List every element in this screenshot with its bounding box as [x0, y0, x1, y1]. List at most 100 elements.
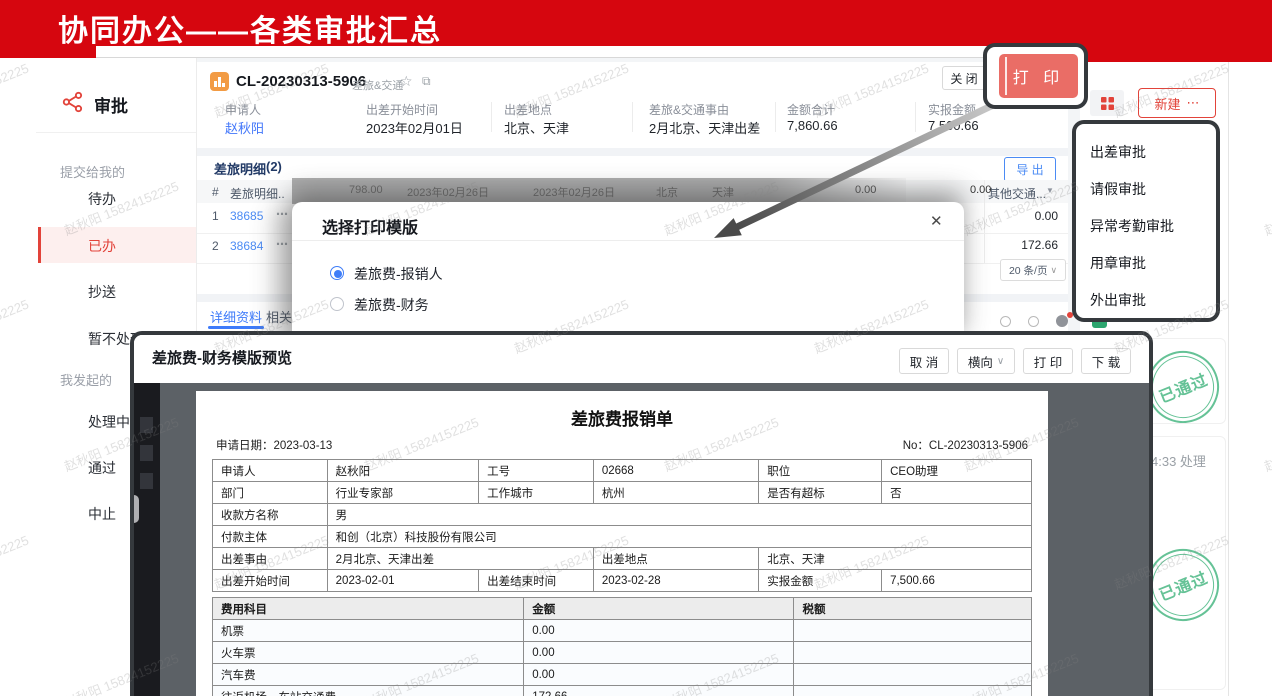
button-edge-line [1005, 57, 1007, 95]
row-id-link[interactable]: 38684 [230, 239, 263, 253]
cell [794, 664, 1032, 686]
doc-icon-bar [214, 81, 217, 87]
pdf-thumb[interactable] [140, 473, 153, 489]
radio-reporter-template[interactable] [330, 266, 344, 280]
cell: 实报金额 [759, 570, 882, 592]
document-title: 差旅费报销单 [196, 405, 1048, 430]
applicant-link[interactable]: 赵秋阳 [225, 118, 264, 137]
menu-item-outing[interactable]: 外出审批 [1090, 282, 1216, 319]
cell: 往返机场、车站交通费 [213, 686, 524, 696]
radio-label[interactable]: 差旅费-报销人 [354, 264, 443, 284]
expense-row: 往返机场、车站交通费 172.66 [213, 686, 1032, 696]
filter-icon[interactable]: ▼ [1046, 186, 1054, 195]
section-count: (2) [266, 159, 282, 174]
menu-item-business-trip[interactable]: 出差审批 [1090, 134, 1216, 171]
row-id-link[interactable]: 38685 [230, 209, 263, 223]
tab-detail-info[interactable]: 详细资料 [210, 307, 262, 326]
external-link-icon[interactable]: ⧉ [422, 74, 431, 89]
cell: 0.00 [524, 620, 794, 642]
row-more-icon[interactable]: ⋯ [276, 207, 289, 221]
panel-drag-handle[interactable] [130, 495, 139, 523]
menu-item-attendance[interactable]: 异常考勤审批 [1090, 208, 1216, 245]
menu-item-leave[interactable]: 请假审批 [1090, 171, 1216, 208]
sidebar-active-bar [38, 227, 41, 263]
sidebar-item-todo[interactable]: 待办 [88, 189, 116, 209]
flow-timestamp: 4:33 处理 [1151, 451, 1206, 470]
avatar[interactable] [1056, 315, 1068, 327]
cell: 杭州 [593, 482, 758, 504]
doc-expense-table: 费用科目 金额 税额 机票 0.00 火车票 0.00 [212, 597, 1032, 696]
slide-title: 协同办公——各类审批汇总 [58, 6, 442, 50]
cell: 职位 [759, 460, 882, 482]
cell: 男 [327, 504, 1031, 526]
expense-row: 机票 0.00 [213, 620, 1032, 642]
print-button-callout: 打 印 [983, 43, 1088, 109]
cell: 7,500.66 [882, 570, 1032, 592]
field-value: 7,500.66 [928, 118, 979, 133]
field-value: 2023年02月01日 [366, 118, 463, 137]
preview-modal: 差旅费-财务模版预览 取 消 横向 ∨ 打 印 下 载 差旅费报销单 [130, 331, 1153, 696]
export-button[interactable]: 导 出 [1004, 157, 1056, 182]
sidebar-divider [36, 132, 196, 133]
sidebar-item-cc[interactable]: 抄送 [88, 282, 116, 302]
info-row: 部门行业专家部 工作城市杭州 是否有超标否 [213, 482, 1032, 504]
new-button-label: 新建 [1154, 94, 1180, 113]
cell: 出差地点 [593, 548, 758, 570]
grid-icon [1101, 97, 1114, 110]
cell: 和创（北京）科技股份有限公司 [327, 526, 1031, 548]
cancel-button[interactable]: 取 消 [899, 348, 949, 374]
cell: 2023-02-28 [593, 570, 758, 592]
cell: 2023-02-01 [327, 570, 479, 592]
column-name: 差旅明细.. [230, 185, 285, 202]
field-value: 北京、天津 [504, 118, 569, 137]
sidebar-item-processing[interactable]: 处理中 [88, 412, 130, 432]
cell: 北京、天津 [759, 548, 1032, 570]
pdf-thumb[interactable] [140, 445, 153, 461]
field-divider [632, 102, 633, 132]
cell: 是否有超标 [759, 482, 882, 504]
print-button[interactable]: 打 印 [999, 54, 1078, 98]
pdf-thumb[interactable] [140, 417, 153, 433]
slide-canvas: 协同办公——各类审批汇总 审批 提交给我的 待办 已办 抄送 暂不处理 我发起的… [0, 0, 1272, 696]
download-button[interactable]: 下 载 [1081, 348, 1131, 374]
message-icon[interactable] [1028, 316, 1039, 327]
menu-item-seal[interactable]: 用章审批 [1090, 245, 1216, 282]
cell: 火车票 [213, 642, 524, 664]
dialog-divider [292, 240, 964, 241]
cell: 出差事由 [213, 548, 328, 570]
orientation-select[interactable]: 横向 ∨ [957, 348, 1015, 374]
expense-row: 汽车费 0.00 [213, 664, 1032, 686]
header-cell: 金额 [524, 598, 794, 620]
document-tag: 差旅&交通 [352, 77, 403, 93]
print-template-dialog: 选择打印模版 ✕ 差旅费-报销人 差旅费-财务 [292, 202, 964, 344]
page-size-select[interactable]: 20 条/页 ∨ [1000, 259, 1066, 281]
sidebar-app-title: 审批 [94, 92, 128, 117]
app-grid-button[interactable] [1090, 90, 1124, 116]
caret-down-icon: ∨ [997, 356, 1004, 367]
search-icon[interactable] [1000, 316, 1011, 327]
cell: 0.00 [524, 664, 794, 686]
cell: 2月北京、天津出差 [327, 548, 593, 570]
cell: 172.66 [524, 686, 794, 696]
row-more-icon[interactable]: ⋯ [276, 237, 289, 251]
section-title: 差旅明细 [214, 159, 266, 178]
modal-print-button[interactable]: 打 印 [1023, 348, 1073, 374]
cell: CEO助理 [882, 460, 1032, 482]
cell: 付款主体 [213, 526, 328, 548]
document-number: CL-20230313-5906 [236, 73, 366, 90]
sidebar-item-terminated[interactable]: 中止 [88, 504, 116, 524]
radio-label[interactable]: 差旅费-财务 [354, 295, 429, 315]
close-button[interactable]: 关 闭 [942, 66, 986, 90]
star-icon[interactable]: ☆ [400, 73, 413, 90]
field-label: 申请人 [225, 101, 261, 118]
new-approval-button[interactable]: 新建 ⋯ [1138, 88, 1216, 118]
radio-finance-template[interactable] [330, 297, 344, 311]
info-row: 申请人赵秋阳 工号02668 职位CEO助理 [213, 460, 1032, 482]
field-value: 7,860.66 [787, 118, 838, 133]
field-divider [775, 102, 776, 132]
close-icon[interactable]: ✕ [930, 212, 943, 230]
sidebar-item-passed[interactable]: 通过 [88, 458, 116, 478]
sidebar-item-done[interactable]: 已办 [88, 236, 116, 256]
cell: 汽车费 [213, 664, 524, 686]
info-row: 收款方名称男 [213, 504, 1032, 526]
